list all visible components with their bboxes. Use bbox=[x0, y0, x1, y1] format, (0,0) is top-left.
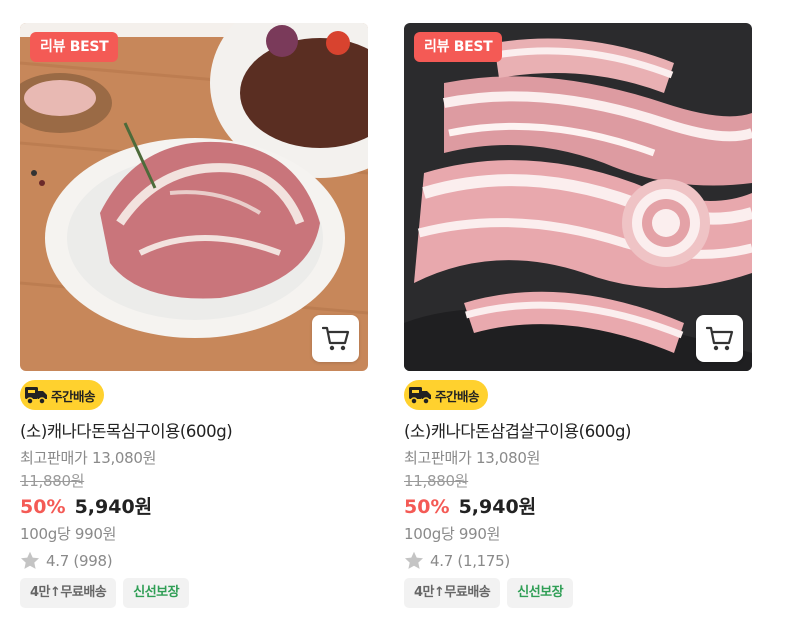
rating-text: 4.7 (998) bbox=[46, 551, 113, 570]
highest-price: 최고판매가 13,080원 bbox=[404, 449, 541, 467]
delivery-label: 주간배송 bbox=[51, 388, 96, 404]
unit-price: 100g당 990원 bbox=[20, 525, 117, 543]
cart-icon bbox=[321, 326, 349, 350]
fresh-guarantee-tag: 신선보장 bbox=[123, 578, 190, 608]
rating: 4.7 (998) bbox=[20, 551, 368, 570]
truck-icon bbox=[25, 387, 47, 405]
add-to-cart-button[interactable] bbox=[312, 315, 359, 362]
product-card[interactable]: 리뷰 BEST 주간배송 (소)캐나다돈목심구이용(600g) 최고판매가 13… bbox=[20, 23, 368, 608]
review-best-badge: 리뷰 BEST bbox=[30, 32, 119, 62]
price-line: 50% 5,940원 bbox=[20, 494, 368, 521]
delivery-label: 주간배송 bbox=[435, 388, 480, 404]
free-shipping-tag: 4만↑무료배송 bbox=[404, 578, 501, 608]
product-card[interactable]: 리뷰 BEST 주간배송 (소)캐나다돈삼겹살구이용(600g) 최고판매가 1… bbox=[404, 23, 752, 608]
highest-price: 최고판매가 13,080원 bbox=[20, 449, 157, 467]
rating: 4.7 (1,175) bbox=[404, 551, 752, 570]
cart-icon bbox=[705, 326, 733, 350]
discount-rate: 50% bbox=[404, 496, 450, 518]
sale-price: 5,940원 bbox=[458, 496, 537, 518]
product-image[interactable]: 리뷰 BEST bbox=[20, 23, 368, 371]
truck-icon bbox=[409, 387, 431, 405]
review-best-badge: 리뷰 BEST bbox=[414, 32, 503, 62]
free-shipping-tag: 4만↑무료배송 bbox=[20, 578, 117, 608]
discount-rate: 50% bbox=[20, 496, 66, 518]
sale-price: 5,940원 bbox=[74, 496, 153, 518]
product-name[interactable]: (소)캐나다돈목심구이용(600g) bbox=[20, 421, 368, 443]
fresh-guarantee-tag: 신선보장 bbox=[507, 578, 574, 608]
tag-list: 4만↑무료배송 신선보장 bbox=[404, 578, 752, 608]
add-to-cart-button[interactable] bbox=[696, 315, 743, 362]
star-icon bbox=[21, 551, 39, 569]
weekly-delivery-badge: 주간배송 bbox=[20, 380, 105, 410]
star-icon bbox=[405, 551, 423, 569]
unit-price: 100g당 990원 bbox=[404, 525, 501, 543]
price-line: 50% 5,940원 bbox=[404, 494, 752, 521]
rating-text: 4.7 (1,175) bbox=[430, 551, 510, 570]
weekly-delivery-badge: 주간배송 bbox=[404, 380, 489, 410]
product-image[interactable]: 리뷰 BEST bbox=[404, 23, 752, 371]
tag-list: 4만↑무료배송 신선보장 bbox=[20, 578, 368, 608]
original-price: 11,880원 bbox=[404, 472, 469, 490]
original-price: 11,880원 bbox=[20, 472, 85, 490]
product-name[interactable]: (소)캐나다돈삼겹살구이용(600g) bbox=[404, 421, 752, 443]
